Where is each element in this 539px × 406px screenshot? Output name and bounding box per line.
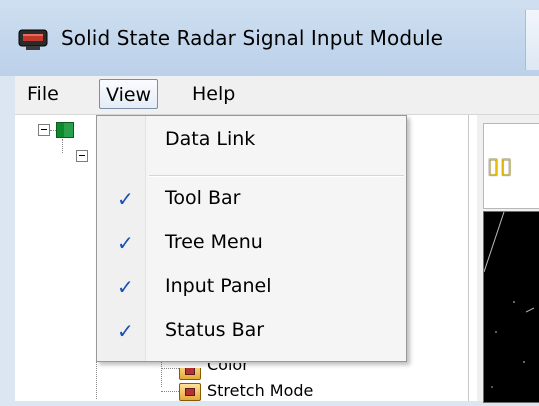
tree-connector [62, 139, 63, 153]
menu-bar: File View Help [15, 76, 539, 115]
window-title: Solid State Radar Signal Input Module [61, 26, 444, 50]
board-icon [56, 122, 74, 138]
menu-item-data-link[interactable]: Data Link [99, 120, 404, 162]
menu-item-label: Input Panel [165, 275, 272, 297]
tree-collapse-child[interactable] [76, 150, 88, 162]
menu-file[interactable]: File [21, 79, 65, 109]
menu-help[interactable]: Help [186, 79, 241, 109]
color-node-icon [179, 368, 201, 380]
tree-collapse-root[interactable] [38, 124, 50, 136]
check-icon: ✓ [117, 319, 134, 343]
menu-item-label: Tool Bar [165, 187, 241, 209]
tree-connector [161, 368, 179, 369]
status-indicator-icon: ▯▯ [487, 154, 514, 179]
menu-item-label: Status Bar [165, 319, 265, 341]
display-panel: ▯▯ [477, 115, 539, 403]
radar-display [483, 211, 539, 403]
check-icon: ✓ [117, 231, 134, 255]
title-bar: Solid State Radar Signal Input Module [0, 0, 539, 76]
menu-item-status-bar[interactable]: ✓ Status Bar [99, 311, 404, 353]
menu-item-tree-menu[interactable]: ✓ Tree Menu [99, 223, 404, 265]
menu-view[interactable]: View [99, 79, 159, 109]
menu-item-label: Data Link [165, 128, 256, 150]
tree-connector [161, 391, 179, 392]
check-icon: ✓ [117, 187, 134, 211]
display-header: ▯▯ [483, 123, 539, 209]
window-controls-edge [525, 10, 539, 70]
tree-node-stretch-mode[interactable]: Stretch Mode [207, 381, 313, 400]
radar-noise [483, 211, 535, 388]
menu-item-label: Tree Menu [165, 231, 263, 253]
menu-item-input-panel[interactable]: ✓ Input Panel [99, 267, 404, 309]
radar-app-icon [18, 29, 48, 50]
menu-separator [149, 175, 404, 177]
menu-item-tool-bar[interactable]: ✓ Tool Bar [99, 179, 404, 221]
view-menu-dropdown: Data Link ✓ Tool Bar ✓ Tree Menu ✓ Input… [96, 115, 407, 362]
stretch-mode-node-icon [179, 383, 201, 401]
check-icon: ✓ [117, 275, 134, 299]
